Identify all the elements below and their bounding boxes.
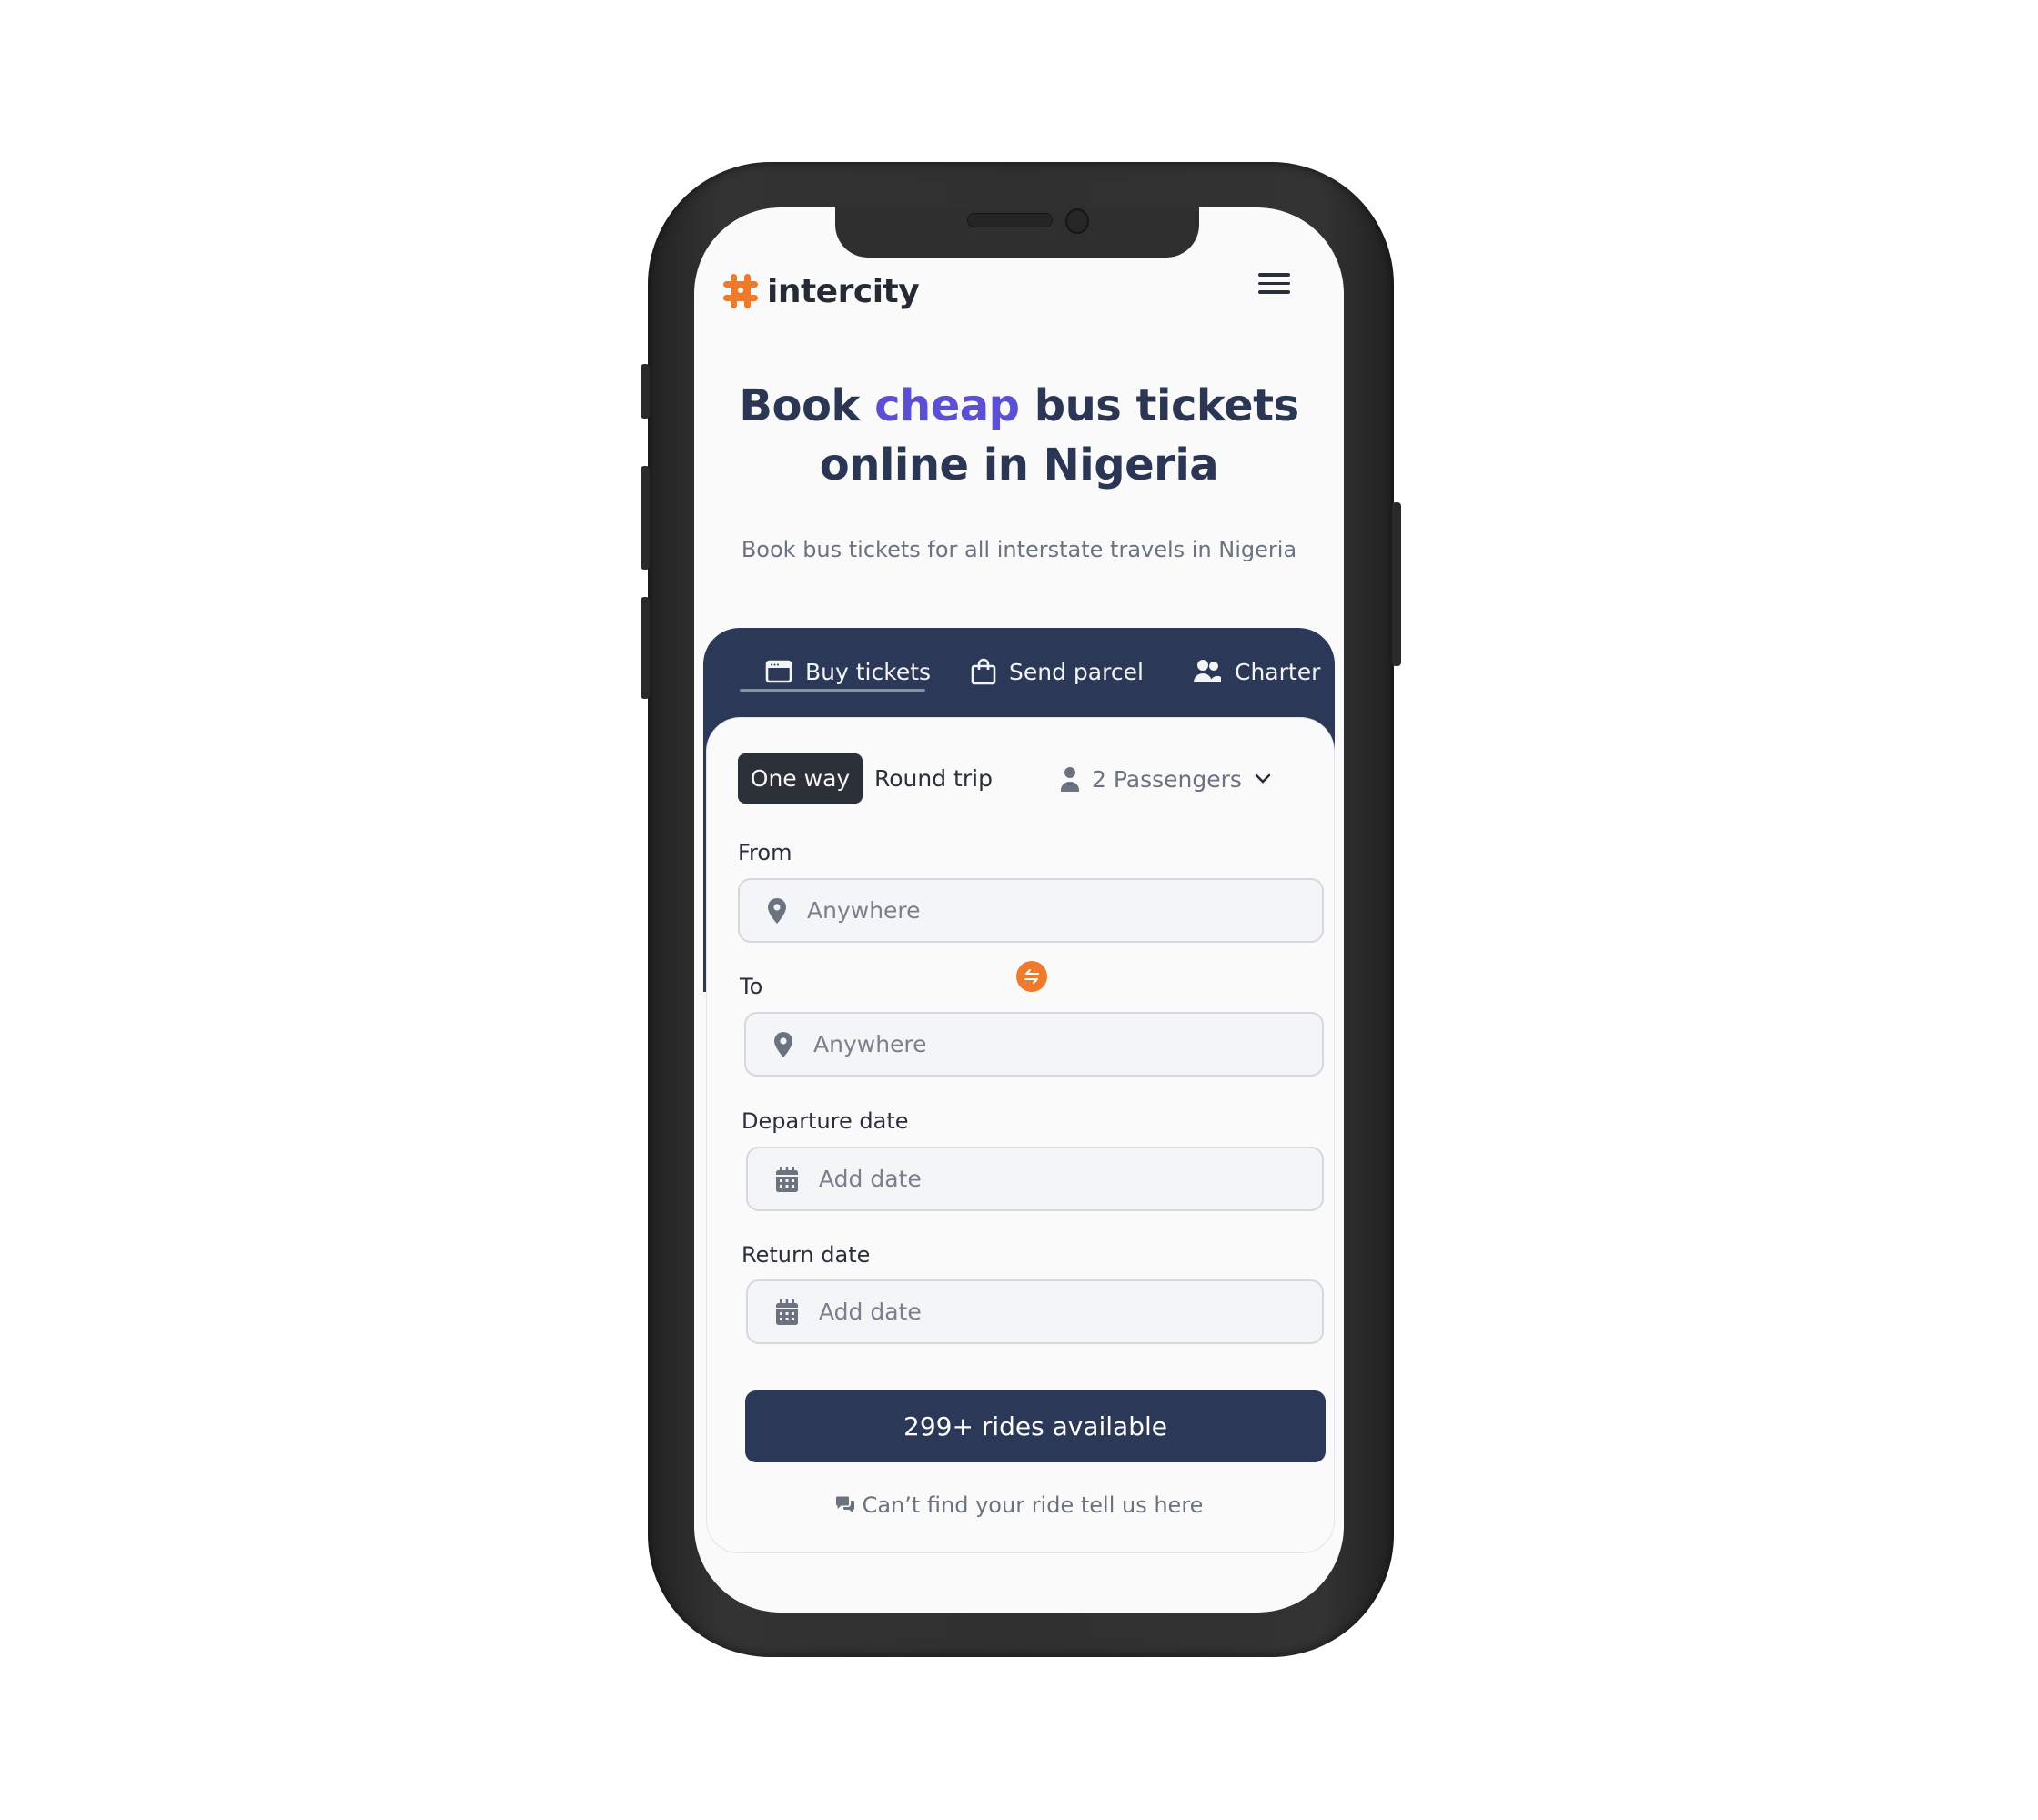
title-accent: cheap <box>874 380 1020 431</box>
logo[interactable]: intercity <box>721 271 920 311</box>
departure-date-input[interactable]: Add date <box>746 1147 1324 1211</box>
to-label: To <box>740 974 763 999</box>
calendar-icon <box>776 1166 798 1192</box>
power-button <box>1392 502 1401 666</box>
menu-bar <box>1258 290 1290 294</box>
passengers-dropdown[interactable]: 2 Passengers <box>1061 759 1271 799</box>
swap-locations-button[interactable] <box>1016 961 1047 992</box>
departure-date-label: Departure date <box>742 1108 909 1134</box>
tab-label: Buy tickets <box>805 658 932 685</box>
mute-switch <box>641 364 650 419</box>
subtitle: Book bus tickets for all interstate trav… <box>741 537 1297 562</box>
map-pin-icon <box>768 897 786 924</box>
from-input[interactable]: Anywhere <box>738 878 1324 943</box>
map-pin-icon <box>774 1031 792 1057</box>
trip-round-trip-button[interactable]: Round trip <box>874 753 993 804</box>
hashtag-logo-icon <box>723 274 758 308</box>
title-line-2: online in Nigeria <box>819 440 1219 490</box>
tab-send-parcel[interactable]: Send parcel <box>971 652 1144 692</box>
title-text: bus tickets <box>1019 380 1299 431</box>
volume-up-button <box>641 466 650 570</box>
volume-down-button <box>641 597 650 699</box>
calendar-icon <box>776 1299 798 1325</box>
ticket-window-icon <box>765 660 792 683</box>
return-date-label: Return date <box>742 1242 871 1268</box>
departure-date-placeholder: Add date <box>819 1166 922 1192</box>
tab-charter[interactable]: Charter <box>1193 652 1320 692</box>
return-date-input[interactable]: Add date <box>746 1279 1324 1344</box>
from-label: From <box>738 840 792 865</box>
person-icon <box>1061 767 1079 792</box>
menu-bar <box>1258 281 1290 285</box>
page-title: Book cheap bus tickets online in Nigeria <box>694 377 1344 495</box>
speaker-grille <box>967 213 1053 228</box>
swap-arrows-icon <box>1024 969 1039 984</box>
title-line-1: Book cheap bus tickets <box>694 377 1344 436</box>
from-placeholder: Anywhere <box>807 897 921 924</box>
chevron-down-icon <box>1255 774 1271 784</box>
to-input[interactable]: Anywhere <box>744 1012 1324 1077</box>
menu-bar <box>1258 273 1290 277</box>
phone-screen: intercity Book cheap bus tickets online … <box>694 207 1344 1613</box>
tab-label: Send parcel <box>1009 658 1144 685</box>
active-tab-indicator <box>740 689 925 692</box>
brand-name: intercity <box>767 272 920 310</box>
menu-button[interactable] <box>1258 273 1290 299</box>
front-camera <box>1065 208 1089 234</box>
notch <box>835 207 1199 258</box>
search-rides-button[interactable]: 299+ rides available <box>745 1390 1326 1462</box>
trip-one-way-button[interactable]: One way <box>738 753 863 804</box>
passengers-label: 2 Passengers <box>1092 765 1242 793</box>
users-icon <box>1194 660 1221 682</box>
shopping-bag-icon <box>971 658 996 685</box>
return-date-placeholder: Add date <box>819 1299 922 1325</box>
tab-buy-tickets[interactable]: Buy tickets <box>765 652 931 692</box>
ride-request-link[interactable]: Can’t find your ride tell us here <box>694 1489 1344 1522</box>
chat-bubbles-icon <box>835 1496 854 1513</box>
to-placeholder: Anywhere <box>813 1031 927 1057</box>
tab-label: Charter <box>1235 658 1321 685</box>
title-text: Book <box>739 380 875 431</box>
ride-request-text: Can’t find your ride tell us here <box>862 1492 1204 1518</box>
